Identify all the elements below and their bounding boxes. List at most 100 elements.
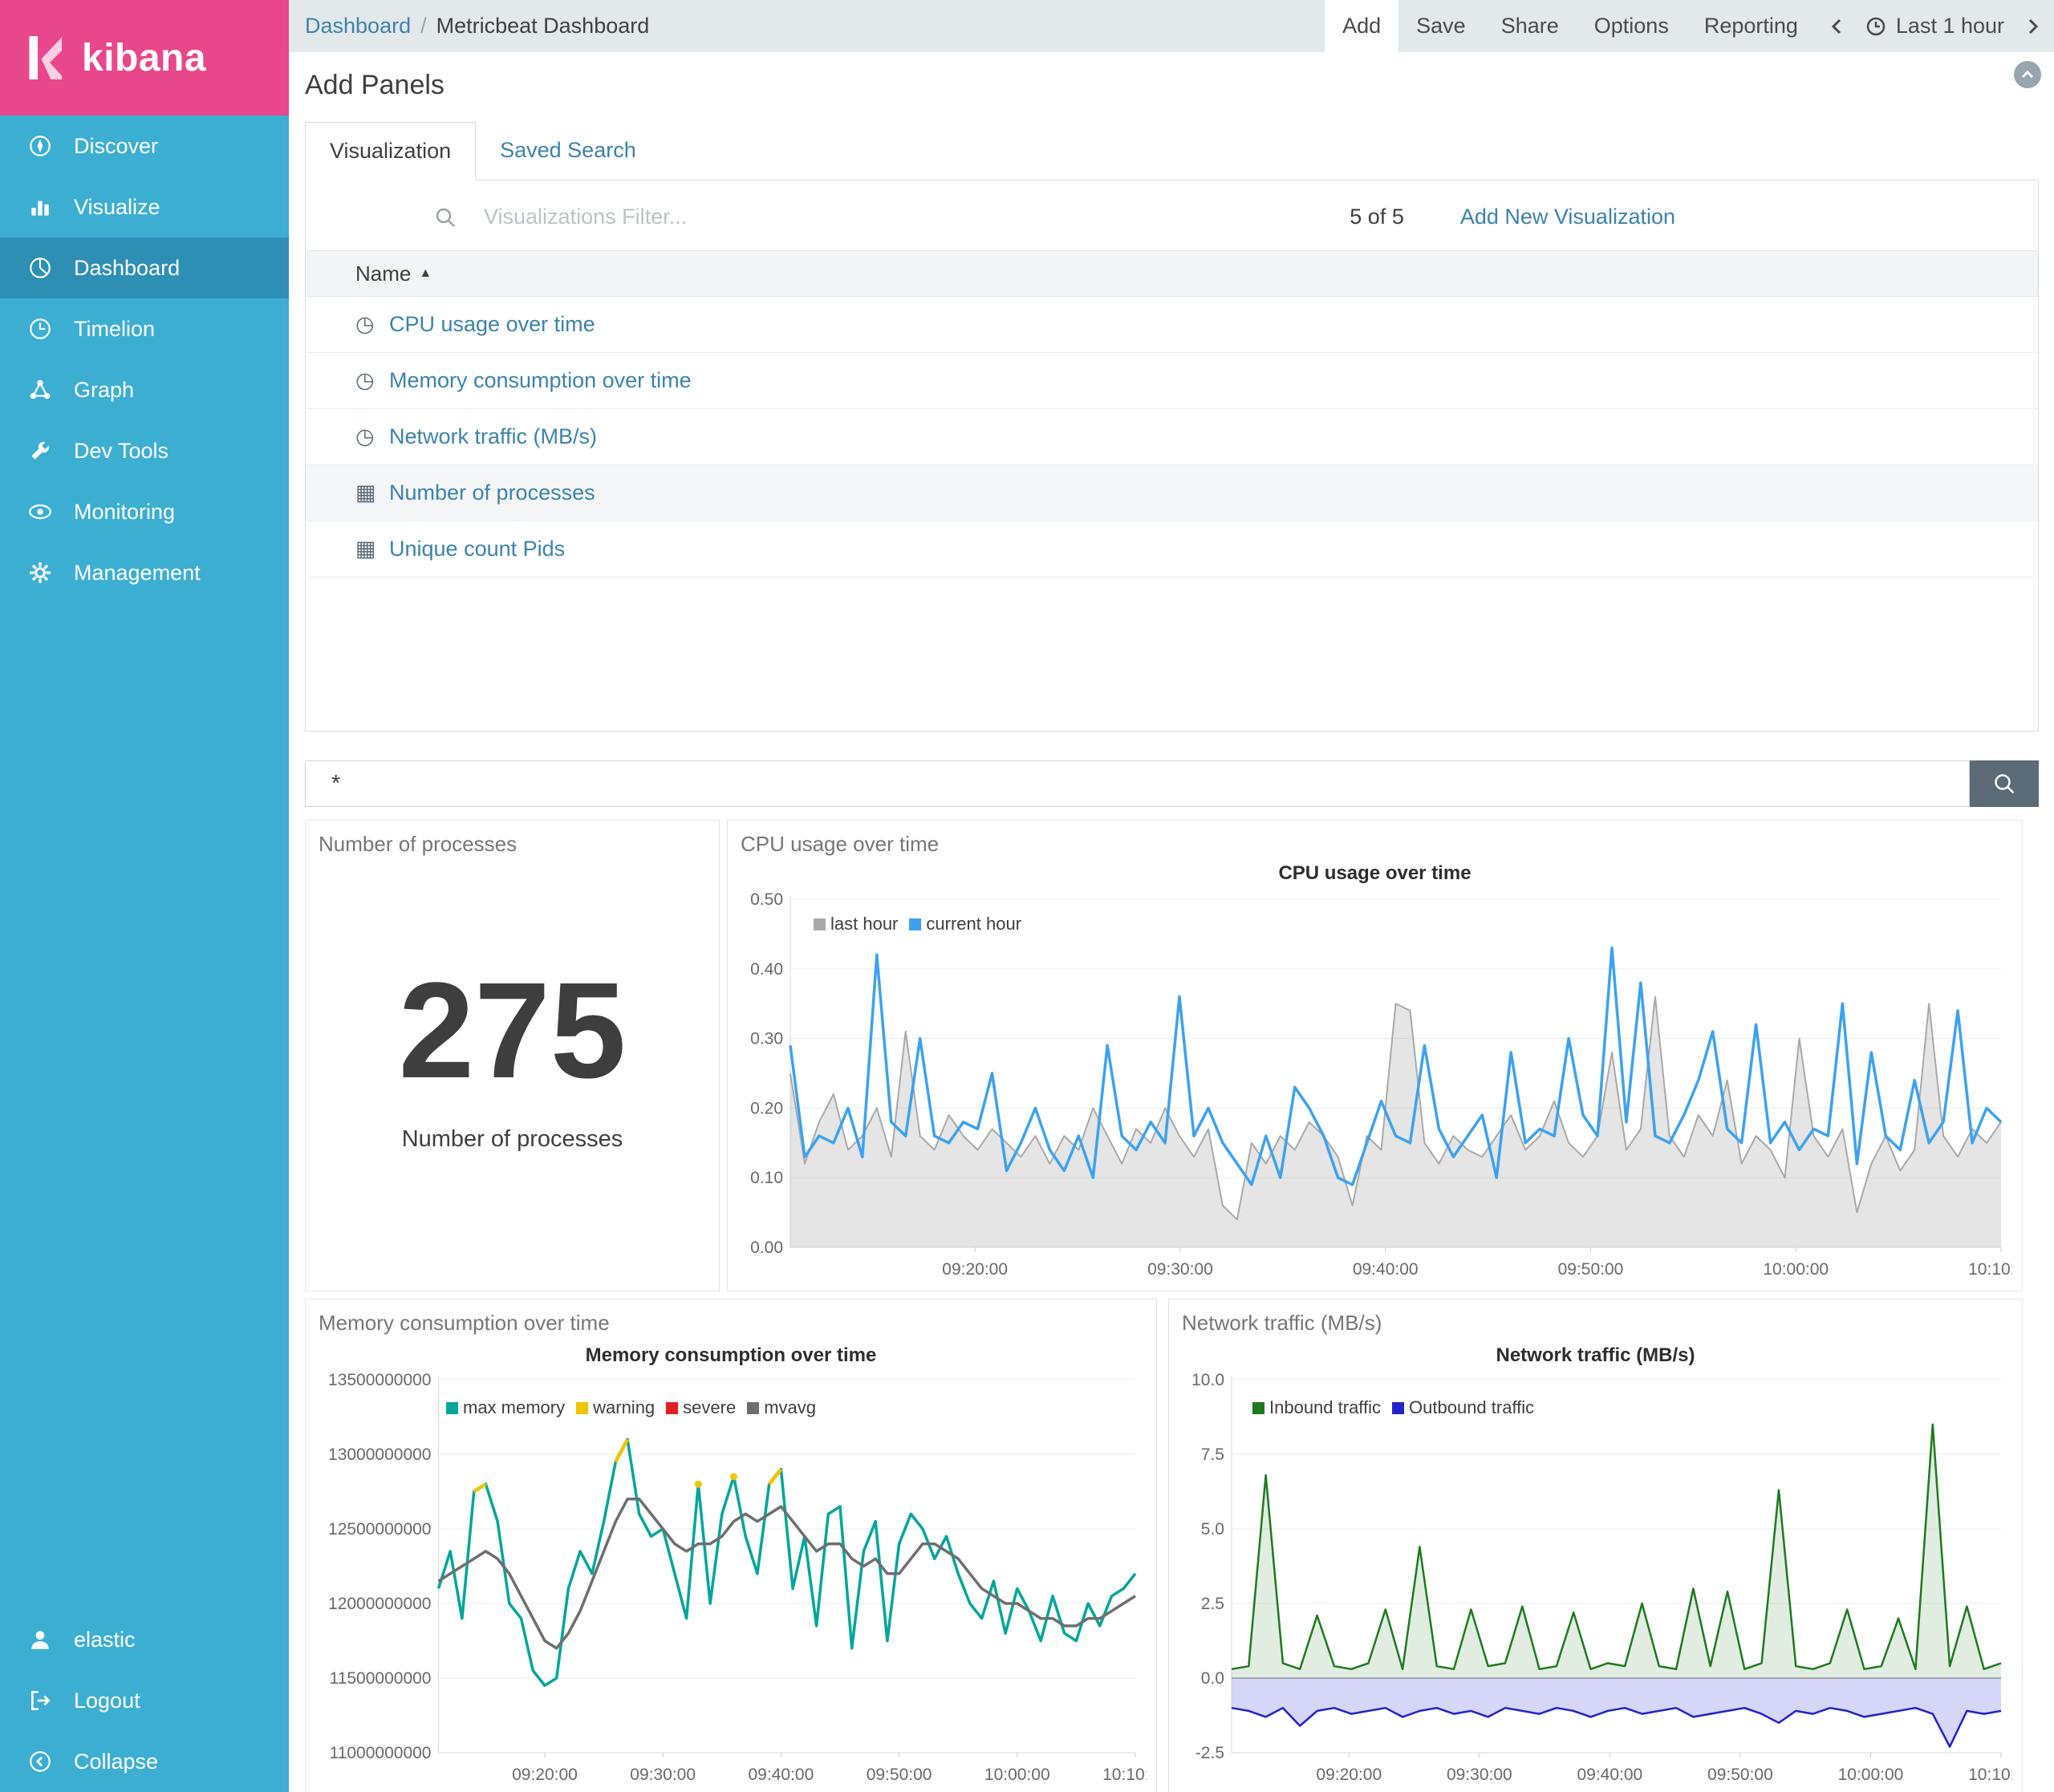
user-icon: [27, 1627, 53, 1652]
kibana-logo[interactable]: kibana: [0, 0, 289, 116]
svg-text:10:00:00: 10:00:00: [1763, 1260, 1829, 1279]
svg-text:09:30:00: 09:30:00: [1447, 1766, 1512, 1784]
sidebar-item-graph[interactable]: Graph: [0, 359, 289, 420]
legend-swatch: [446, 1402, 458, 1414]
sidebar-item-monitoring[interactable]: Monitoring: [0, 481, 289, 542]
svg-text:09:30:00: 09:30:00: [630, 1766, 696, 1784]
tab-saved-search[interactable]: Saved Search: [476, 122, 660, 180]
menu-options-button[interactable]: Options: [1577, 0, 1687, 52]
timelion-icon: [27, 316, 53, 342]
svg-text:10:10:00: 10:10:00: [1968, 1766, 2012, 1784]
legend-item-mvavg[interactable]: mvavg: [747, 1397, 816, 1418]
svg-text:0.30: 0.30: [750, 1030, 783, 1048]
svg-text:12500000000: 12500000000: [328, 1520, 431, 1539]
svg-text:-2.5: -2.5: [1195, 1744, 1224, 1762]
add-new-visualization-link[interactable]: Add New Visualization: [1460, 205, 1675, 229]
svg-text:09:50:00: 09:50:00: [867, 1766, 932, 1784]
sidebar-item-logout[interactable]: Logout: [0, 1670, 289, 1731]
viz-link[interactable]: Unique count Pids: [389, 537, 565, 562]
sidebar-item-visualize[interactable]: Visualize: [0, 176, 289, 237]
logout-icon: [27, 1688, 53, 1713]
panel-number-of-processes[interactable]: Number of processes 275 Number of proces…: [305, 820, 720, 1291]
svg-text:0.50: 0.50: [750, 891, 783, 909]
tabs: Visualization Saved Search: [305, 122, 2039, 180]
add-panels-flyout: Add Panels Visualization Saved Search 5 …: [289, 70, 2054, 732]
svg-text:11000000000: 11000000000: [330, 1744, 432, 1762]
svg-text:0.20: 0.20: [750, 1099, 783, 1117]
sidebar-item-timelion[interactable]: Timelion: [0, 298, 289, 359]
tab-visualization[interactable]: Visualization: [305, 122, 476, 180]
query-input[interactable]: [305, 760, 1970, 807]
sidebar-item-label: Discover: [74, 134, 158, 159]
chart-legend: max memory warning severe mvavg: [446, 1397, 816, 1418]
time-back-button[interactable]: [1816, 0, 1859, 52]
main-content: Dashboard / Metricbeat Dashboard Add Sav…: [289, 0, 2054, 1792]
legend-label: Inbound traffic: [1269, 1397, 1381, 1418]
sidebar-item-dashboard[interactable]: Dashboard: [0, 237, 289, 298]
svg-text:0.00: 0.00: [750, 1239, 783, 1257]
dashboard-icon: [27, 255, 53, 281]
cpu-chart[interactable]: 0.000.100.200.300.400.5009:20:0009:30:00…: [737, 891, 2012, 1284]
chart-legend: Inbound traffic Outbound traffic: [1252, 1397, 1534, 1418]
collapse-add-panels-button[interactable]: [2014, 61, 2041, 88]
svg-text:09:40:00: 09:40:00: [749, 1766, 814, 1784]
viz-row-cpu-usage[interactable]: ◷ CPU usage over time: [306, 297, 2038, 353]
viz-row-memory-consumption[interactable]: ◷ Memory consumption over time: [306, 353, 2038, 409]
filter-row: 5 of 5 Add New Visualization: [306, 180, 2038, 250]
svg-text:09:40:00: 09:40:00: [1577, 1766, 1642, 1784]
page-title: Add Panels: [305, 70, 2039, 101]
top-menu: Add Save Share Options Reporting Last 1 …: [1325, 0, 2054, 52]
menu-save-button[interactable]: Save: [1398, 0, 1484, 52]
legend-label: last hour: [830, 914, 898, 935]
sidebar-item-label: Dashboard: [74, 256, 180, 281]
search-icon: [434, 206, 457, 229]
sidebar-item-discover[interactable]: Discover: [0, 116, 289, 176]
legend-label: warning: [593, 1397, 655, 1418]
viz-link[interactable]: Number of processes: [389, 480, 595, 505]
legend-item-current-hour[interactable]: current hour: [909, 914, 1021, 935]
viz-link[interactable]: Network traffic (MB/s): [389, 424, 597, 449]
viz-link[interactable]: CPU usage over time: [389, 312, 595, 337]
network-chart[interactable]: -2.50.02.55.07.510.009:20:0009:30:0009:4…: [1179, 1372, 2012, 1790]
menu-add-button[interactable]: Add: [1325, 0, 1398, 52]
sidebar-item-label: Graph: [74, 378, 134, 403]
svg-text:13500000000: 13500000000: [328, 1372, 431, 1389]
list-header-name[interactable]: Name ▲: [306, 250, 2038, 297]
legend-swatch: [1392, 1402, 1404, 1414]
clock-icon: ◷: [355, 312, 389, 337]
time-forward-button[interactable]: [2011, 0, 2054, 52]
panel-cpu-usage[interactable]: CPU usage over time CPU usage over time …: [727, 820, 2023, 1291]
legend-item-inbound-traffic[interactable]: Inbound traffic: [1252, 1397, 1381, 1418]
breadcrumb-separator: /: [420, 14, 427, 39]
time-picker-button[interactable]: Last 1 hour: [1859, 0, 2011, 52]
sidebar-item-collapse[interactable]: Collapse: [0, 1731, 289, 1792]
wrench-icon: [27, 438, 53, 464]
legend-item-last-hour[interactable]: last hour: [814, 914, 898, 935]
chart-legend: last hour current hour: [814, 914, 1021, 935]
svg-text:5.0: 5.0: [1201, 1520, 1224, 1539]
query-search-button[interactable]: [1970, 760, 2039, 807]
panel-network-traffic[interactable]: Network traffic (MB/s) Network traffic (…: [1168, 1299, 2023, 1792]
sidebar-item-management[interactable]: Management: [0, 542, 289, 603]
chart-title: Memory consumption over time: [306, 1344, 1156, 1367]
menu-reporting-button[interactable]: Reporting: [1687, 0, 1816, 52]
viz-row-unique-count-pids[interactable]: ▦ Unique count Pids: [306, 521, 2038, 578]
legend-item-outbound-traffic[interactable]: Outbound traffic: [1392, 1397, 1534, 1418]
kibana-logo-icon: [24, 34, 66, 82]
breadcrumb-dashboard-link[interactable]: Dashboard: [305, 14, 411, 39]
sidebar-item-dev-tools[interactable]: Dev Tools: [0, 420, 289, 481]
viz-link[interactable]: Memory consumption over time: [389, 368, 692, 393]
svg-text:10:10:00: 10:10:00: [1968, 1260, 2012, 1279]
legend-item-max-memory[interactable]: max memory: [446, 1397, 565, 1418]
viz-row-number-of-processes[interactable]: ▦ Number of processes: [306, 465, 2038, 521]
sidebar-item-user-elastic[interactable]: elastic: [0, 1609, 289, 1670]
visualizations-filter-input[interactable]: [484, 205, 1094, 229]
viz-row-network-traffic[interactable]: ◷ Network traffic (MB/s): [306, 409, 2038, 465]
legend-swatch: [1252, 1402, 1264, 1414]
sidebar-item-label: Timelion: [74, 317, 155, 342]
legend-item-warning[interactable]: warning: [576, 1397, 655, 1418]
panel-memory-consumption[interactable]: Memory consumption over time Memory cons…: [305, 1299, 1157, 1792]
menu-share-button[interactable]: Share: [1484, 0, 1577, 52]
legend-item-severe[interactable]: severe: [666, 1397, 736, 1418]
memory-chart[interactable]: 1100000000011500000000120000000001250000…: [315, 1372, 1147, 1790]
